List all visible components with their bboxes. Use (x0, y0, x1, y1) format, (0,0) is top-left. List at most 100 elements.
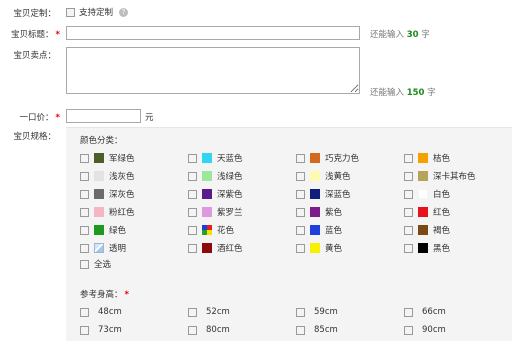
color-swatch-icon (418, 189, 428, 199)
color-checkbox[interactable] (296, 153, 305, 163)
select-all-checkbox[interactable] (80, 259, 89, 269)
price-input[interactable] (66, 109, 141, 123)
color-option[interactable]: 蓝色 (296, 224, 342, 236)
color-label: 黄色 (325, 244, 343, 254)
height-option[interactable]: 85cm (296, 324, 338, 336)
color-checkbox[interactable] (188, 207, 197, 217)
color-checkbox[interactable] (188, 225, 197, 235)
height-checkbox[interactable] (404, 325, 413, 335)
color-swatch-icon (202, 225, 212, 235)
color-option[interactable]: 黑色 (404, 242, 450, 254)
custom-option: 支持定制 ? (66, 6, 129, 18)
height-option[interactable]: 48cm (80, 306, 122, 318)
height-label: 59cm (314, 307, 338, 317)
color-label: 白色 (433, 190, 451, 200)
height-option[interactable]: 80cm (188, 324, 230, 336)
color-checkbox[interactable] (404, 171, 413, 181)
color-swatch-icon (94, 189, 104, 199)
color-option[interactable]: 浅黄色 (296, 170, 351, 182)
height-option[interactable]: 52cm (188, 306, 230, 318)
height-label: 90cm (422, 325, 446, 335)
color-option[interactable]: 酒红色 (188, 242, 243, 254)
color-option[interactable]: 红色 (404, 206, 450, 218)
color-option[interactable]: 褐色 (404, 224, 450, 236)
color-option[interactable]: 花色 (188, 224, 234, 236)
color-checkbox[interactable] (188, 189, 197, 199)
color-checkbox[interactable] (296, 189, 305, 199)
color-option[interactable]: 紫色 (296, 206, 342, 218)
color-option[interactable]: 粉红色 (80, 206, 135, 218)
title-hint-prefix: 还能输入 (370, 30, 407, 40)
color-label: 浅绿色 (217, 172, 243, 182)
color-option[interactable]: 深紫色 (188, 188, 243, 200)
height-checkbox[interactable] (404, 307, 413, 317)
height-checkbox[interactable] (188, 325, 197, 335)
title-hint-suffix: 字 (418, 30, 430, 40)
color-checkbox[interactable] (404, 207, 413, 217)
height-option[interactable]: 90cm (404, 324, 446, 336)
color-label: 透明 (109, 244, 127, 254)
selling-points-hint-prefix: 还能输入 (370, 88, 407, 98)
color-option[interactable]: 浅绿色 (188, 170, 243, 182)
height-section-title: 参考身高： (80, 290, 123, 300)
color-option[interactable]: 绿色 (80, 224, 126, 236)
color-option[interactable]: 紫罗兰 (188, 206, 243, 218)
title-hint-count: 30 (406, 30, 419, 40)
color-label: 天蓝色 (217, 154, 243, 164)
color-option[interactable]: 深灰色 (80, 188, 135, 200)
color-label: 黑色 (433, 244, 451, 254)
color-option[interactable]: 透明 (80, 242, 126, 254)
selling-points-textarea[interactable] (66, 47, 360, 94)
color-checkbox[interactable] (404, 189, 413, 199)
color-checkbox[interactable] (80, 171, 89, 181)
color-checkbox[interactable] (188, 153, 197, 163)
color-label: 深卡其布色 (433, 172, 476, 182)
height-label: 48cm (98, 307, 122, 317)
color-checkbox[interactable] (80, 243, 89, 253)
color-option[interactable]: 桔色 (404, 152, 450, 164)
color-option[interactable]: 白色 (404, 188, 450, 200)
color-checkbox[interactable] (296, 225, 305, 235)
color-checkbox[interactable] (404, 243, 413, 253)
title-row: 宝贝标题： * 还能输入 30 字 (0, 25, 512, 41)
color-swatch-icon (418, 243, 428, 253)
color-swatch-icon (94, 171, 104, 181)
color-option[interactable]: 巧克力色 (296, 152, 359, 164)
color-swatch-icon (202, 171, 212, 181)
help-icon[interactable]: ? (119, 7, 129, 17)
color-label: 紫罗兰 (217, 208, 243, 218)
color-checkbox[interactable] (404, 153, 413, 163)
color-checkbox[interactable] (80, 225, 89, 235)
color-option[interactable]: 深蓝色 (296, 188, 351, 200)
color-checkbox[interactable] (80, 189, 89, 199)
color-option[interactable]: 浅灰色 (80, 170, 135, 182)
color-checkbox[interactable] (296, 243, 305, 253)
color-label: 浅灰色 (109, 172, 135, 182)
height-label: 52cm (206, 307, 230, 317)
height-checkbox[interactable] (296, 325, 305, 335)
height-option[interactable]: 73cm (80, 324, 122, 336)
color-checkbox[interactable] (296, 207, 305, 217)
support-custom-checkbox[interactable] (66, 7, 75, 17)
height-checkbox[interactable] (80, 325, 89, 335)
color-option[interactable]: 深卡其布色 (404, 170, 476, 182)
color-checkbox[interactable] (80, 207, 89, 217)
color-checkbox[interactable] (404, 225, 413, 235)
color-checkbox[interactable] (296, 171, 305, 181)
price-required-mark: * (55, 113, 60, 123)
color-option[interactable]: 军绿色 (80, 152, 135, 164)
height-label: 66cm (422, 307, 446, 317)
color-option[interactable]: 天蓝色 (188, 152, 243, 164)
color-checkbox[interactable] (188, 243, 197, 253)
height-checkbox[interactable] (296, 307, 305, 317)
height-checkbox[interactable] (80, 307, 89, 317)
color-checkbox[interactable] (80, 153, 89, 163)
height-option[interactable]: 66cm (404, 306, 446, 318)
height-option[interactable]: 59cm (296, 306, 338, 318)
color-option[interactable]: 黄色 (296, 242, 342, 254)
color-swatch-icon (94, 153, 104, 163)
select-all-option[interactable]: 全选 (80, 258, 111, 270)
title-input[interactable] (66, 26, 360, 40)
height-checkbox[interactable] (188, 307, 197, 317)
color-checkbox[interactable] (188, 171, 197, 181)
